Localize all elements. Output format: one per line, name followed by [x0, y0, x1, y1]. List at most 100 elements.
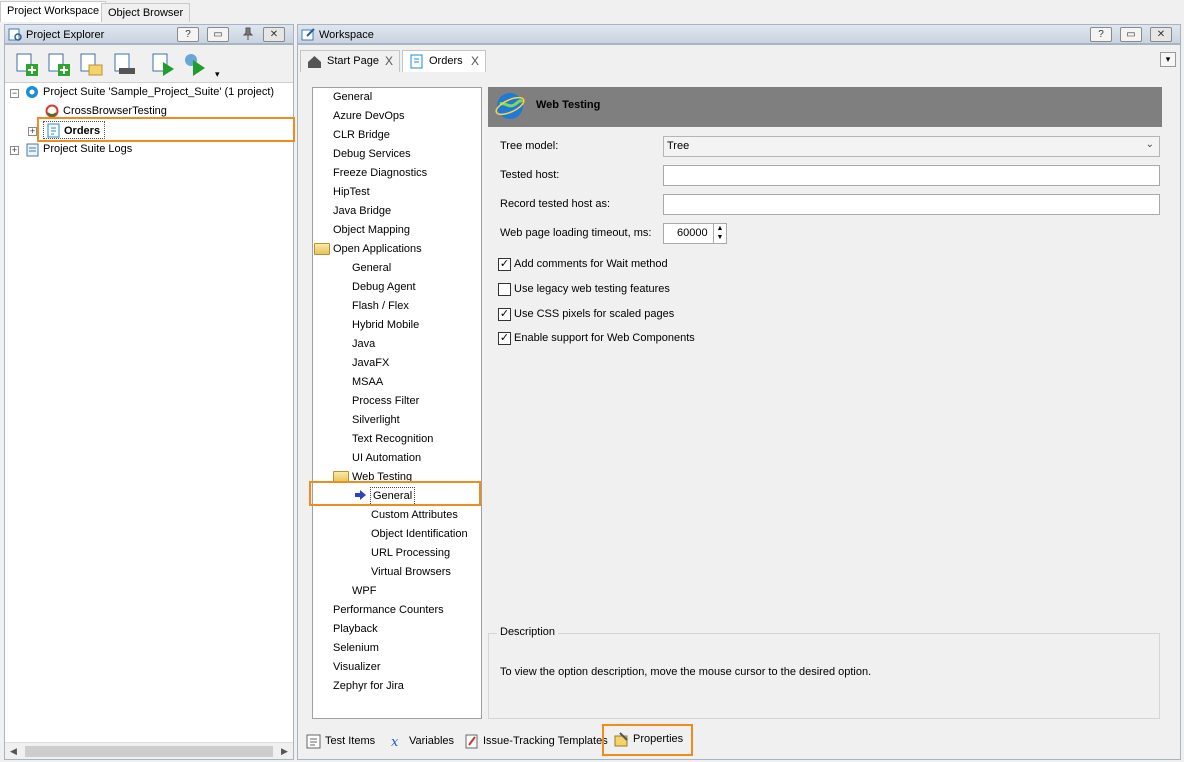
option-selenium[interactable]: Selenium: [333, 639, 379, 658]
option-debug-agent[interactable]: Debug Agent: [352, 278, 416, 297]
option-wpf[interactable]: WPF: [352, 582, 376, 601]
option-ui-automation[interactable]: UI Automation: [352, 449, 421, 468]
add-existing-item-button[interactable]: [77, 50, 105, 78]
tree-item-orders[interactable]: Orders: [43, 121, 106, 139]
css-pixels-checkbox[interactable]: ✓ Use CSS pixels for scaled pages: [498, 307, 674, 323]
tab-orders[interactable]: Orders X: [402, 50, 486, 72]
workspace-header: Workspace ? ▭ ✕: [297, 24, 1181, 44]
tree-model-select[interactable]: Tree ⌄: [663, 136, 1160, 157]
option-web-testing-general[interactable]: General: [370, 487, 416, 506]
chevron-down-icon[interactable]: ▾: [215, 69, 220, 80]
expand-icon[interactable]: +: [28, 127, 37, 136]
scroll-right-icon[interactable]: ▶: [276, 743, 293, 760]
record-host-input[interactable]: [663, 194, 1160, 215]
tab-properties[interactable]: Properties: [611, 729, 683, 751]
timeout-label: Web page loading timeout, ms:: [500, 227, 652, 239]
project-icon: [410, 54, 423, 69]
web-components-checkbox[interactable]: ✓ Enable support for Web Components: [498, 331, 695, 347]
option-process-filter[interactable]: Process Filter: [352, 392, 419, 411]
page-banner: Web Testing: [488, 87, 1162, 127]
tab-issue-tracking-templates[interactable]: Issue-Tracking Templates: [461, 731, 608, 753]
tab-variables[interactable]: x Variables: [387, 731, 454, 753]
logs-icon: [26, 143, 39, 157]
option-object-identification[interactable]: Object Identification: [371, 525, 468, 544]
tab-list-dropdown[interactable]: ▾: [1160, 52, 1176, 67]
restore-button[interactable]: ▭: [1120, 27, 1142, 42]
legacy-features-checkbox[interactable]: Use legacy web testing features: [498, 282, 670, 298]
option-freeze-diagnostics[interactable]: Freeze Diagnostics: [333, 164, 427, 183]
option-performance-counters[interactable]: Performance Counters: [333, 601, 444, 620]
option-msaa[interactable]: MSAA: [352, 373, 383, 392]
tab-object-browser[interactable]: Object Browser: [101, 3, 191, 22]
option-clr-bridge[interactable]: CLR Bridge: [333, 126, 390, 145]
option-text-recognition[interactable]: Text Recognition: [352, 430, 433, 449]
page-title: Web Testing: [536, 99, 601, 111]
option-url-processing[interactable]: URL Processing: [371, 544, 450, 563]
svg-text:x: x: [391, 735, 399, 749]
workspace-panel: Start Page X Orders X ▾ General Azure De…: [297, 44, 1181, 760]
option-zephyr-for-jira[interactable]: Zephyr for Jira: [333, 677, 404, 696]
tree-item-project-suite-logs[interactable]: Project Suite Logs: [25, 140, 132, 158]
option-flash-flex[interactable]: Flash / Flex: [352, 297, 409, 316]
checkbox-checked-icon: ✓: [498, 332, 511, 345]
project-explorer-header: Project Explorer ? ▭ ✕: [4, 24, 294, 44]
collapse-icon[interactable]: −: [10, 89, 19, 98]
option-visualizer[interactable]: Visualizer: [333, 658, 381, 677]
option-open-apps-general[interactable]: General: [352, 259, 391, 278]
option-custom-attributes[interactable]: Custom Attributes: [371, 506, 458, 525]
option-open-applications[interactable]: Open Applications: [333, 240, 422, 259]
help-button[interactable]: ?: [177, 27, 199, 42]
tab-test-items[interactable]: Test Items: [303, 731, 375, 753]
option-debug-services[interactable]: Debug Services: [333, 145, 411, 164]
close-button[interactable]: ✕: [263, 27, 285, 42]
option-web-testing[interactable]: Web Testing: [352, 468, 412, 487]
tab-start-page[interactable]: Start Page X: [300, 50, 400, 72]
checkbox-unchecked-icon: [498, 283, 511, 296]
tree-item-crossbrowsertesting[interactable]: CrossBrowserTesting: [45, 102, 167, 120]
run-focused-button[interactable]: [181, 50, 209, 78]
option-playback[interactable]: Playback: [333, 620, 378, 639]
add-new-project-button[interactable]: [45, 50, 73, 78]
scrollbar-thumb[interactable]: [25, 746, 273, 757]
help-button[interactable]: ?: [1090, 27, 1112, 42]
tested-host-input[interactable]: [663, 165, 1160, 186]
option-java[interactable]: Java: [352, 335, 375, 354]
pin-button[interactable]: [237, 27, 259, 42]
option-virtual-browsers[interactable]: Virtual Browsers: [371, 563, 451, 582]
description-group: Description To view the option descripti…: [488, 626, 1160, 719]
option-javafx[interactable]: JavaFX: [352, 354, 389, 373]
project-explorer-icon: [8, 28, 22, 41]
properties-toolbar-button[interactable]: [111, 50, 139, 78]
option-azure-devops[interactable]: Azure DevOps: [333, 107, 405, 126]
restore-button[interactable]: ▭: [207, 27, 229, 42]
chevron-down-icon: ▾: [1165, 54, 1171, 64]
timeout-stepper[interactable]: 60000 ▲ ▼: [663, 223, 727, 244]
option-silverlight[interactable]: Silverlight: [352, 411, 400, 430]
option-hiptest[interactable]: HipTest: [333, 183, 370, 202]
run-project-button[interactable]: [149, 50, 177, 78]
options-tree: General Azure DevOps CLR Bridge Debug Se…: [312, 87, 482, 719]
folder-icon: [314, 243, 330, 255]
option-general[interactable]: General: [333, 88, 372, 107]
tree-item-project-suite[interactable]: Project Suite 'Sample_Project_Suite' (1 …: [25, 83, 274, 101]
description-text: To view the option description, move the…: [500, 666, 872, 678]
pin-icon: [242, 27, 254, 40]
option-java-bridge[interactable]: Java Bridge: [333, 202, 391, 221]
scroll-left-icon[interactable]: ◀: [5, 743, 22, 760]
close-tab-icon[interactable]: X: [385, 51, 393, 71]
increment-icon[interactable]: ▲: [713, 224, 726, 233]
close-tab-icon[interactable]: X: [471, 51, 479, 71]
close-button[interactable]: ✕: [1150, 27, 1172, 42]
horizontal-scrollbar[interactable]: ◀ ▶: [5, 742, 293, 759]
arrow-right-icon: [355, 490, 366, 500]
add-comments-checkbox[interactable]: ✓ Add comments for Wait method: [498, 257, 668, 273]
panel-title: Workspace: [319, 29, 374, 41]
option-hybrid-mobile[interactable]: Hybrid Mobile: [352, 316, 419, 335]
option-object-mapping[interactable]: Object Mapping: [333, 221, 410, 240]
issue-tracking-icon: [465, 734, 478, 749]
expand-icon[interactable]: +: [10, 146, 19, 155]
home-icon: [308, 56, 321, 68]
tab-project-workspace[interactable]: Project Workspace: [0, 1, 107, 22]
add-new-item-button[interactable]: [13, 50, 41, 78]
decrement-icon[interactable]: ▼: [713, 233, 726, 243]
